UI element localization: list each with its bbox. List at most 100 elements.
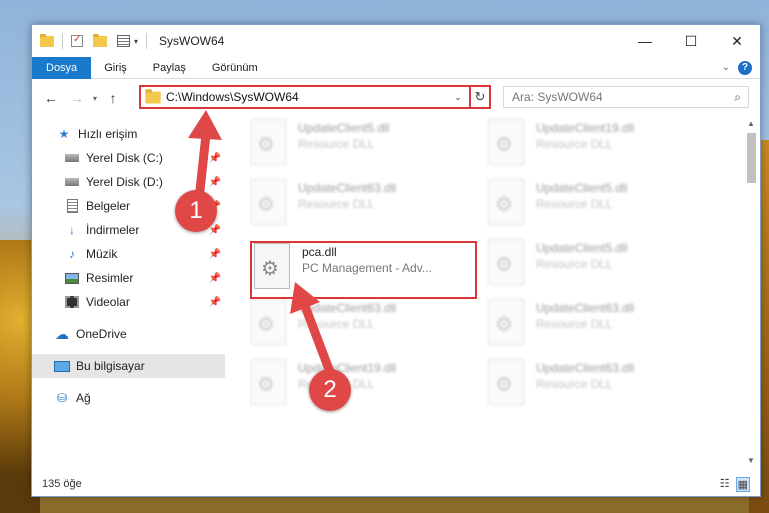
toolbar-separator [146, 33, 148, 49]
toolbar-separator [62, 33, 63, 49]
search-icon[interactable]: ⌕ [734, 90, 741, 105]
file-name: UpdateClient5.dll [536, 241, 628, 255]
close-button[interactable]: ✕ [714, 25, 760, 57]
dll-file-icon [250, 299, 286, 345]
maximize-button[interactable]: ☐ [668, 25, 714, 57]
file-description: Resource DLL [536, 137, 613, 151]
window-title: SysWOW64 [159, 34, 225, 48]
sidebar-item-label: Müzik [86, 247, 118, 261]
file-item[interactable]: UpdateClient19.dll Resource DLL [488, 119, 708, 179]
properties-icon[interactable] [117, 35, 130, 47]
search-placeholder: Ara: SysWOW64 [512, 90, 603, 104]
tab-file[interactable]: Dosya [32, 56, 92, 79]
dll-file-icon [250, 179, 286, 225]
sidebar-item-pictures[interactable]: Resimler 📌 [32, 266, 225, 290]
pictures-icon [64, 271, 80, 285]
sidebar-item-label: Ağ [76, 391, 91, 405]
sidebar-item-this-pc[interactable]: Bu bilgisayar [32, 354, 225, 378]
file-item[interactable]: UpdateClient5.dll Resource DLL [488, 179, 708, 239]
file-name: UpdateClient5.dll [536, 181, 628, 195]
network-icon: ⛁ [56, 391, 68, 405]
tab-view[interactable]: Görünüm [199, 57, 271, 79]
tab-home[interactable]: Giriş [91, 57, 140, 79]
tab-share[interactable]: Paylaş [140, 57, 199, 79]
sidebar-item-local-disk-c[interactable]: Yerel Disk (C:) 📌 [32, 146, 225, 170]
forward-arrow-icon[interactable]: → [66, 90, 88, 106]
scroll-thumb[interactable] [747, 133, 756, 183]
vertical-scrollbar[interactable]: ▲ ▼ [744, 117, 758, 467]
address-path[interactable]: C:\Windows\SysWOW64 [166, 90, 299, 104]
sidebar-item-label: İndirmeler [86, 223, 140, 237]
sidebar-item-label: Bu bilgisayar [76, 359, 145, 373]
sidebar-item-quick-access[interactable]: ★ Hızlı erişim [32, 122, 225, 146]
computer-icon [54, 359, 70, 373]
pin-icon[interactable]: 📌 [209, 273, 221, 284]
file-item[interactable]: UpdateClient63.dll Resource DLL [250, 299, 470, 359]
file-name: UpdateClient63.dll [298, 181, 397, 195]
dll-file-icon [488, 299, 524, 345]
dll-file-icon [488, 119, 524, 165]
address-dropdown-icon[interactable]: ⌄ [449, 92, 467, 103]
file-name: UpdateClient63.dll [536, 301, 635, 315]
file-item[interactable]: UpdateClient63.dll Resource DLL [250, 179, 470, 239]
recent-locations-icon[interactable]: ▾ [88, 94, 102, 103]
pin-icon[interactable]: 📌 [209, 249, 221, 260]
sidebar-item-onedrive[interactable]: ☁ OneDrive [32, 322, 225, 346]
file-item[interactable]: UpdateClient63.dll Resource DLL [488, 359, 708, 419]
pin-icon[interactable]: 📌 [209, 153, 221, 164]
help-icon[interactable]: ? [738, 60, 752, 75]
new-folder-icon[interactable] [93, 33, 107, 47]
file-description: Resource DLL [536, 257, 613, 271]
file-description: Resource DLL [298, 197, 375, 211]
expand-ribbon-icon[interactable]: ⌄ [722, 62, 730, 73]
back-arrow-icon[interactable]: ← [40, 90, 62, 106]
pca-dll-highlight-box [250, 241, 477, 299]
sidebar-item-music[interactable]: ♪ Müzik 📌 [32, 242, 225, 266]
customize-dropdown-icon[interactable]: ▾ [134, 37, 138, 46]
dll-file-icon [488, 179, 524, 225]
disk-icon [64, 175, 80, 189]
file-name: UpdateClient5.dll [298, 121, 390, 135]
sidebar-item-network[interactable]: ⛁ Ağ [32, 386, 225, 410]
file-description: Resource DLL [298, 137, 375, 151]
cloud-icon: ☁ [55, 325, 69, 342]
search-input[interactable]: Ara: SysWOW64 ⌕ [503, 86, 749, 108]
sidebar-item-label: Resimler [86, 271, 134, 285]
documents-icon [64, 199, 80, 213]
address-bar[interactable]: C:\Windows\SysWOW64 ⌄ [139, 85, 491, 109]
pin-icon[interactable]: 📌 [209, 297, 221, 308]
folder-icon [145, 88, 161, 104]
file-item[interactable]: UpdateClient19.dll Resource DLL [250, 359, 470, 419]
sidebar-item-label: Belgeler [86, 199, 131, 213]
sidebar-item-videos[interactable]: Videolar 📌 [32, 290, 225, 314]
file-name: UpdateClient19.dll [536, 121, 635, 135]
sidebar-item-label: Hızlı erişim [78, 127, 138, 141]
download-icon: ↓ [69, 223, 75, 237]
window-controls: — ☐ ✕ [622, 25, 760, 57]
sidebar-item-label: Yerel Disk (D:) [86, 175, 163, 189]
dll-file-icon [250, 359, 286, 405]
sidebar-item-label: Yerel Disk (C:) [86, 151, 163, 165]
dll-file-icon [250, 119, 286, 165]
large-icons-view-icon[interactable]: ▦ [735, 476, 750, 492]
navigation-bar: ← → ▾ ↑ C:\Windows\SysWOW64 ⌄ ↻ Ara: Sys… [32, 79, 760, 117]
properties-check-icon[interactable] [71, 34, 83, 47]
dll-file-icon [488, 359, 524, 405]
scroll-down-icon[interactable]: ▼ [744, 456, 758, 465]
videos-icon [64, 295, 80, 309]
file-name: UpdateClient63.dll [298, 301, 397, 315]
scroll-up-icon[interactable]: ▲ [744, 119, 758, 128]
minimize-button[interactable]: — [622, 25, 668, 57]
status-bar: 135 öğe ☷ ▦ [32, 472, 760, 496]
folder-icon [40, 33, 54, 47]
file-item[interactable]: UpdateClient5.dll Resource DLL [488, 239, 708, 299]
pin-icon[interactable]: 📌 [209, 177, 221, 188]
file-item[interactable]: UpdateClient5.dll Resource DLL [250, 119, 470, 179]
up-arrow-icon[interactable]: ↑ [102, 90, 124, 106]
file-description: Resource DLL [298, 317, 375, 331]
sidebar-item-label: OneDrive [76, 327, 127, 341]
file-item[interactable]: UpdateClient63.dll Resource DLL [488, 299, 708, 359]
details-view-icon[interactable]: ☷ [720, 477, 730, 492]
refresh-button[interactable]: ↻ [469, 85, 491, 109]
star-icon: ★ [58, 127, 70, 141]
